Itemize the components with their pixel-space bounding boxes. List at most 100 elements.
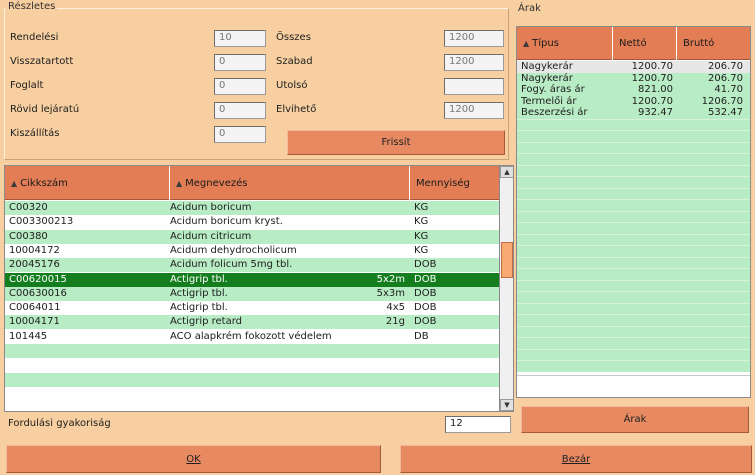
short-expiry-field[interactable]: 0 bbox=[214, 102, 266, 119]
reserved-field[interactable]: 0 bbox=[214, 78, 266, 95]
total-field[interactable]: 1200 bbox=[444, 30, 504, 47]
prices-hscrollbar[interactable] bbox=[517, 375, 750, 397]
cell-net: 821.00 bbox=[638, 84, 673, 95]
table-row[interactable]: C00320 Acidum boricum KG bbox=[5, 201, 499, 215]
close-button[interactable]: Bezár bbox=[400, 445, 752, 473]
close-button-label: Bezár bbox=[561, 453, 591, 465]
prices-button[interactable]: Árak bbox=[521, 406, 749, 433]
scrollbar-thumb[interactable] bbox=[501, 242, 513, 278]
table-row[interactable]: 20045176 Acidum folicum 5mg tbl. DOB bbox=[5, 258, 499, 273]
cell-unit: DOB bbox=[414, 316, 437, 328]
empty-row bbox=[517, 199, 750, 211]
column-header-qty-label: Mennyiség bbox=[416, 177, 470, 189]
table-row[interactable]: C00380 Acidum citricum KG bbox=[5, 229, 499, 244]
cell-unit: DOB bbox=[414, 287, 437, 299]
column-header-qty[interactable]: Mennyiség bbox=[410, 166, 499, 200]
table-row[interactable]: 10004171 Actigrip retard 21g DOB bbox=[5, 315, 499, 330]
cell-qty bbox=[335, 258, 405, 272]
cell-qty: 4x5 bbox=[386, 302, 405, 314]
cell-code: C00630016 bbox=[9, 287, 67, 299]
ok-button[interactable]: OK bbox=[6, 445, 381, 473]
column-header-net[interactable]: Nettó bbox=[613, 27, 677, 60]
cell-code: C00620015 bbox=[9, 273, 67, 285]
cell-qty bbox=[335, 230, 405, 244]
empty-row bbox=[517, 245, 750, 257]
reserved-label: Foglalt bbox=[10, 80, 44, 91]
sort-icon: ▲ bbox=[523, 39, 530, 48]
cell-unit: KG bbox=[414, 202, 429, 213]
turnover-frequency-label: Fordulási gyakoriság bbox=[8, 418, 111, 429]
empty-row bbox=[5, 344, 499, 358]
cell-unit: KG bbox=[414, 230, 429, 242]
prices-group-title: Árak bbox=[518, 3, 541, 14]
cell-code: 10004172 bbox=[9, 244, 60, 256]
table-row[interactable]: 10004172 Acidum dehydrocholicum KG bbox=[5, 243, 499, 258]
table-row[interactable]: C00620015 Actigrip tbl. 5x2m DOB bbox=[5, 272, 499, 287]
column-header-code[interactable]: ▲ Cikkszám bbox=[5, 166, 170, 200]
cell-qty bbox=[335, 201, 405, 215]
column-header-type[interactable]: ▲ Típus bbox=[517, 27, 613, 60]
empty-row bbox=[517, 176, 750, 188]
empty-row bbox=[517, 187, 750, 199]
cell-type: Fogy. áras ár bbox=[521, 84, 585, 95]
sort-icon: ▲ bbox=[11, 178, 18, 188]
empty-row bbox=[517, 268, 750, 280]
products-scrollbar[interactable]: ▲ ▼ bbox=[499, 166, 513, 411]
table-row[interactable]: 101445 ACO alapkrém fokozott védelem DB bbox=[5, 329, 499, 344]
table-row[interactable]: Fogy. áras ár 821.00 41.70 bbox=[517, 84, 750, 96]
sort-icon: ▲ bbox=[176, 178, 183, 188]
available-field[interactable]: 1200 bbox=[444, 102, 504, 119]
turnover-frequency-field[interactable]: 12 bbox=[445, 416, 511, 433]
cell-code: C00320 bbox=[9, 202, 48, 213]
cell-unit: DOB bbox=[414, 259, 437, 271]
ok-button-label: OK bbox=[186, 453, 201, 465]
cell-net: 1200.70 bbox=[631, 72, 673, 84]
short-expiry-label: Rövid lejáratú bbox=[10, 104, 80, 115]
details-group-title: Részletes bbox=[6, 1, 58, 12]
refresh-button[interactable]: Frissít bbox=[287, 130, 505, 155]
products-table-header: ▲ Cikkszám ▲ Megnevezés Mennyiség bbox=[5, 166, 499, 200]
empty-row bbox=[517, 337, 750, 349]
cell-net: 932.47 bbox=[638, 107, 673, 118]
prices-table-header: ▲ Típus Nettó Bruttó bbox=[517, 27, 750, 60]
cell-code: 20045176 bbox=[9, 259, 60, 271]
cell-type: Nagykerár bbox=[521, 72, 573, 84]
delivery-field[interactable]: 0 bbox=[214, 126, 266, 143]
column-header-gross-label: Bruttó bbox=[683, 38, 715, 49]
column-header-name[interactable]: ▲ Megnevezés bbox=[170, 166, 410, 200]
table-row[interactable]: C0064011 Actigrip tbl. 4x5 DOB bbox=[5, 301, 499, 316]
total-label: Összes bbox=[276, 32, 311, 43]
cell-code: 10004171 bbox=[9, 316, 60, 328]
empty-row bbox=[517, 141, 750, 153]
column-header-gross[interactable]: Bruttó bbox=[677, 27, 750, 60]
empty-row bbox=[517, 256, 750, 268]
withheld-field[interactable]: 0 bbox=[214, 54, 266, 71]
ordered-label: Rendelési bbox=[10, 32, 59, 43]
cell-unit: DOB bbox=[414, 302, 437, 314]
table-row[interactable]: C00630016 Actigrip tbl. 5x3m DOB bbox=[5, 286, 499, 301]
empty-row bbox=[517, 210, 750, 222]
cell-unit: DB bbox=[414, 330, 429, 342]
table-row[interactable]: Nagykerár 1200.70 206.70 bbox=[517, 72, 750, 84]
empty-row bbox=[517, 222, 750, 234]
empty-row bbox=[5, 372, 499, 387]
empty-row bbox=[5, 386, 499, 401]
free-field[interactable]: 1200 bbox=[444, 54, 504, 71]
cell-qty bbox=[335, 215, 405, 229]
empty-row bbox=[517, 233, 750, 245]
table-row[interactable]: Termelői ár 1200.70 1206.70 bbox=[517, 95, 750, 107]
ordered-field[interactable]: 10 bbox=[214, 30, 266, 47]
table-row[interactable]: Nagykerár 1200.70 206.70 bbox=[517, 61, 750, 73]
last-field[interactable] bbox=[444, 78, 504, 95]
empty-row bbox=[5, 358, 499, 373]
scroll-down-arrow-icon[interactable]: ▼ bbox=[500, 399, 513, 411]
empty-row bbox=[517, 130, 750, 142]
scroll-up-arrow-icon[interactable]: ▲ bbox=[500, 166, 513, 178]
cell-qty: 21g bbox=[385, 316, 405, 328]
cell-code: C003300213 bbox=[9, 216, 74, 228]
prices-table: ▲ Típus Nettó Bruttó Nagykerár 1200.70 206… bbox=[516, 26, 751, 398]
cell-qty: 5x3m bbox=[376, 287, 405, 299]
table-row[interactable]: Beszerzési ár 932.47 532.47 bbox=[517, 107, 750, 119]
cell-gross: 206.70 bbox=[708, 61, 743, 72]
table-row[interactable]: C003300213 Acidum boricum kryst. KG bbox=[5, 215, 499, 230]
